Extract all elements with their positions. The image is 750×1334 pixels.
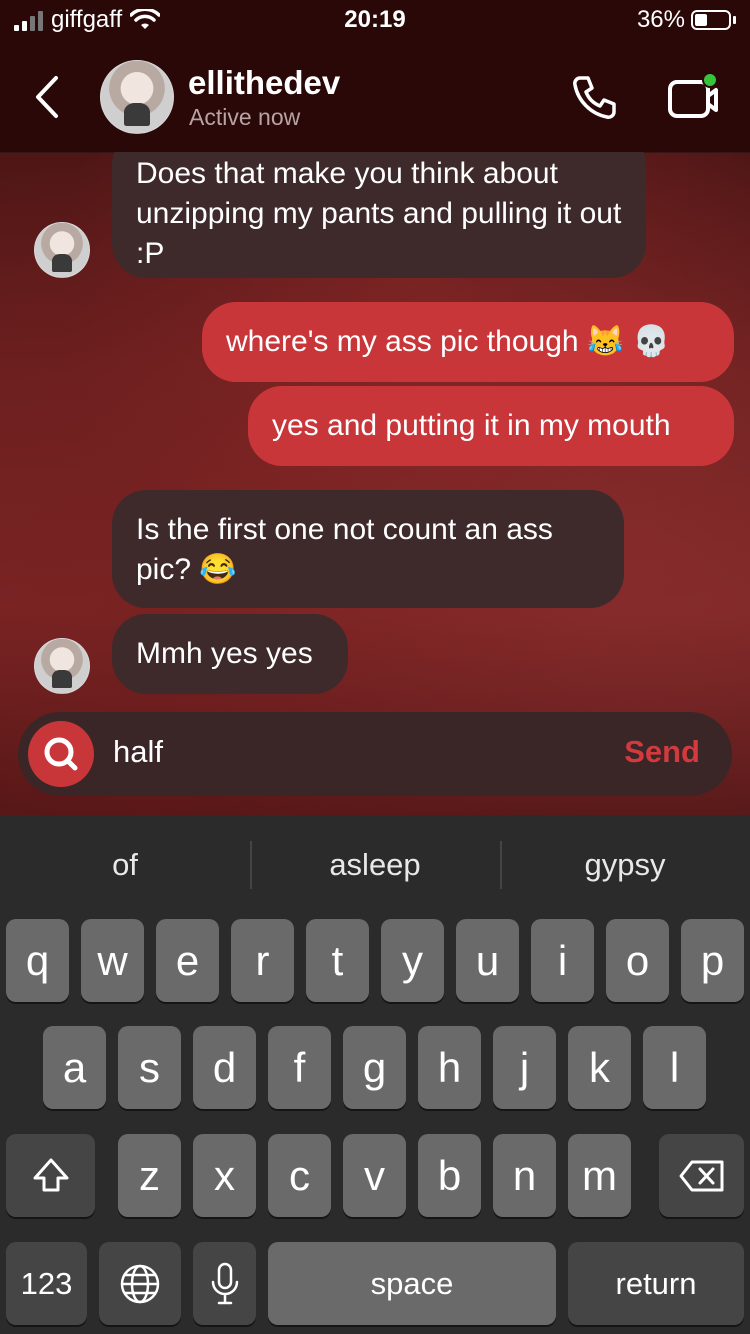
message-bubble-received[interactable]: Is the first one not count an ass pic? 😂	[112, 490, 624, 608]
key-a[interactable]: a	[43, 1026, 106, 1109]
message-text: Does that make you think about unzipping…	[136, 157, 622, 270]
key-n[interactable]: n	[493, 1134, 556, 1217]
globe-key[interactable]	[99, 1242, 181, 1325]
key-v[interactable]: v	[343, 1134, 406, 1217]
message-text: Mmh yes yes	[136, 637, 313, 670]
battery-tip	[733, 16, 736, 24]
dictation-key[interactable]	[193, 1242, 256, 1325]
key-r[interactable]: r	[231, 919, 294, 1002]
delete-key[interactable]	[659, 1134, 744, 1217]
key-o[interactable]: o	[606, 919, 669, 1002]
back-icon[interactable]	[30, 72, 70, 122]
key-z[interactable]: z	[118, 1134, 181, 1217]
shift-key[interactable]	[6, 1134, 95, 1217]
suggestion-bar: of asleep gypsy	[0, 815, 750, 915]
battery-percent: 36%	[636, 6, 685, 33]
key-e[interactable]: e	[156, 919, 219, 1002]
sender-avatar[interactable]	[34, 638, 90, 694]
status-bar: giffgaff 20:19 36%	[0, 6, 750, 38]
message-list[interactable]: Does that make you think about unzipping…	[0, 152, 750, 712]
shift-icon	[33, 1158, 68, 1191]
key-j[interactable]: j	[493, 1026, 556, 1109]
message-text: where's my ass pic though 😹 💀	[226, 325, 670, 358]
key-f[interactable]: f	[268, 1026, 331, 1109]
key-k[interactable]: k	[568, 1026, 631, 1109]
message-bubble-sent[interactable]: where's my ass pic though 😹 💀	[202, 302, 734, 382]
key-x[interactable]: x	[193, 1134, 256, 1217]
message-text: yes and putting it in my mouth	[272, 409, 671, 442]
suggestion-item[interactable]: of	[0, 815, 250, 915]
globe-icon	[120, 1264, 160, 1303]
key-w[interactable]: w	[81, 919, 144, 1002]
key-y[interactable]: y	[381, 919, 444, 1002]
contact-status: Active now	[189, 104, 301, 130]
video-call-icon[interactable]	[666, 72, 722, 122]
key-m[interactable]: m	[568, 1134, 631, 1217]
chat-header: giffgaff 20:19 36% ellithedev Active now	[0, 0, 750, 153]
key-l[interactable]: l	[643, 1026, 706, 1109]
microphone-icon	[211, 1262, 238, 1304]
battery-info: 36%	[637, 6, 736, 34]
key-s[interactable]: s	[118, 1026, 181, 1109]
message-composer[interactable]: half Send	[18, 712, 732, 796]
message-input[interactable]: half	[113, 734, 163, 770]
key-i[interactable]: i	[531, 919, 594, 1002]
contact-avatar[interactable]	[100, 60, 174, 134]
suggestion-item[interactable]: gypsy	[500, 815, 750, 915]
key-p[interactable]: p	[681, 919, 744, 1002]
message-bubble-received[interactable]: Mmh yes yes	[112, 614, 348, 694]
key-g[interactable]: g	[343, 1026, 406, 1109]
key-q[interactable]: q	[6, 919, 69, 1002]
message-bubble-sent[interactable]: yes and putting it in my mouth	[248, 386, 734, 466]
search-icon	[44, 737, 78, 771]
key-c[interactable]: c	[268, 1134, 331, 1217]
battery-icon	[691, 10, 731, 30]
suggestion-item[interactable]: asleep	[250, 815, 500, 915]
phone-call-icon[interactable]	[570, 72, 620, 122]
numbers-key[interactable]: 123	[6, 1242, 87, 1325]
backspace-icon	[679, 1160, 723, 1191]
return-key[interactable]: return	[568, 1242, 744, 1325]
key-b[interactable]: b	[418, 1134, 481, 1217]
key-u[interactable]: u	[456, 919, 519, 1002]
key-h[interactable]: h	[418, 1026, 481, 1109]
keyboard: of asleep gypsy q w e r t y u i o p a s …	[0, 815, 750, 1334]
key-t[interactable]: t	[306, 919, 369, 1002]
message-bubble-received[interactable]: Does that make you think about unzipping…	[112, 152, 646, 278]
key-d[interactable]: d	[193, 1026, 256, 1109]
contact-name[interactable]: ellithedev	[188, 64, 340, 102]
sender-avatar[interactable]	[34, 222, 90, 278]
send-button[interactable]: Send	[624, 734, 700, 770]
search-button[interactable]	[28, 721, 94, 787]
message-text: Is the first one not count an ass pic? 😂	[136, 513, 553, 586]
space-key[interactable]: space	[268, 1242, 556, 1325]
